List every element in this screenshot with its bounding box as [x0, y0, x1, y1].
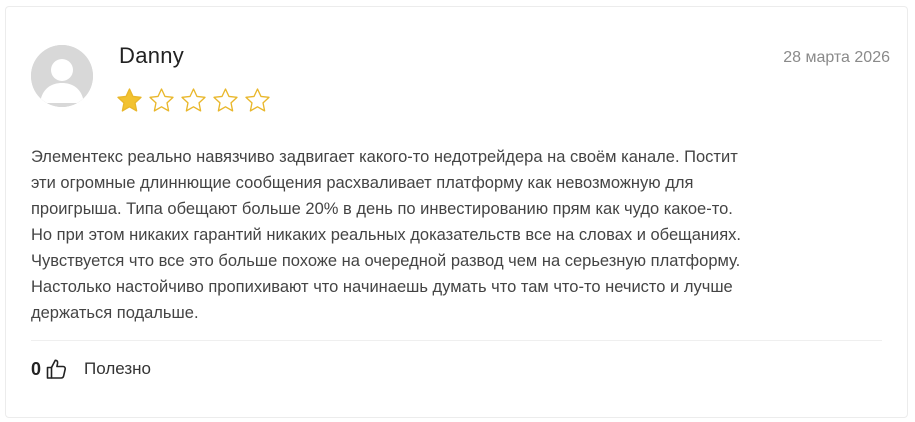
star-icon [245, 88, 270, 112]
review-date: 28 марта 2026 [783, 49, 890, 66]
avatar [31, 45, 93, 107]
review-footer: 0 Полезно [31, 354, 151, 384]
star-icon [117, 88, 142, 112]
star-icon [181, 88, 206, 112]
divider [31, 340, 882, 341]
star-rating [116, 87, 271, 114]
likes-count: 0 [31, 358, 42, 379]
review-card: Danny 28 марта 2026 Элементекс реально н… [5, 6, 908, 418]
star-icon [213, 88, 238, 112]
star-icon [149, 88, 174, 112]
review-text: Элементекс реально навязчиво задвигает к… [31, 148, 741, 322]
helpful-button[interactable]: Полезно [84, 359, 151, 379]
thumbs-up-icon[interactable] [45, 357, 69, 381]
author-name: Danny [119, 43, 185, 68]
